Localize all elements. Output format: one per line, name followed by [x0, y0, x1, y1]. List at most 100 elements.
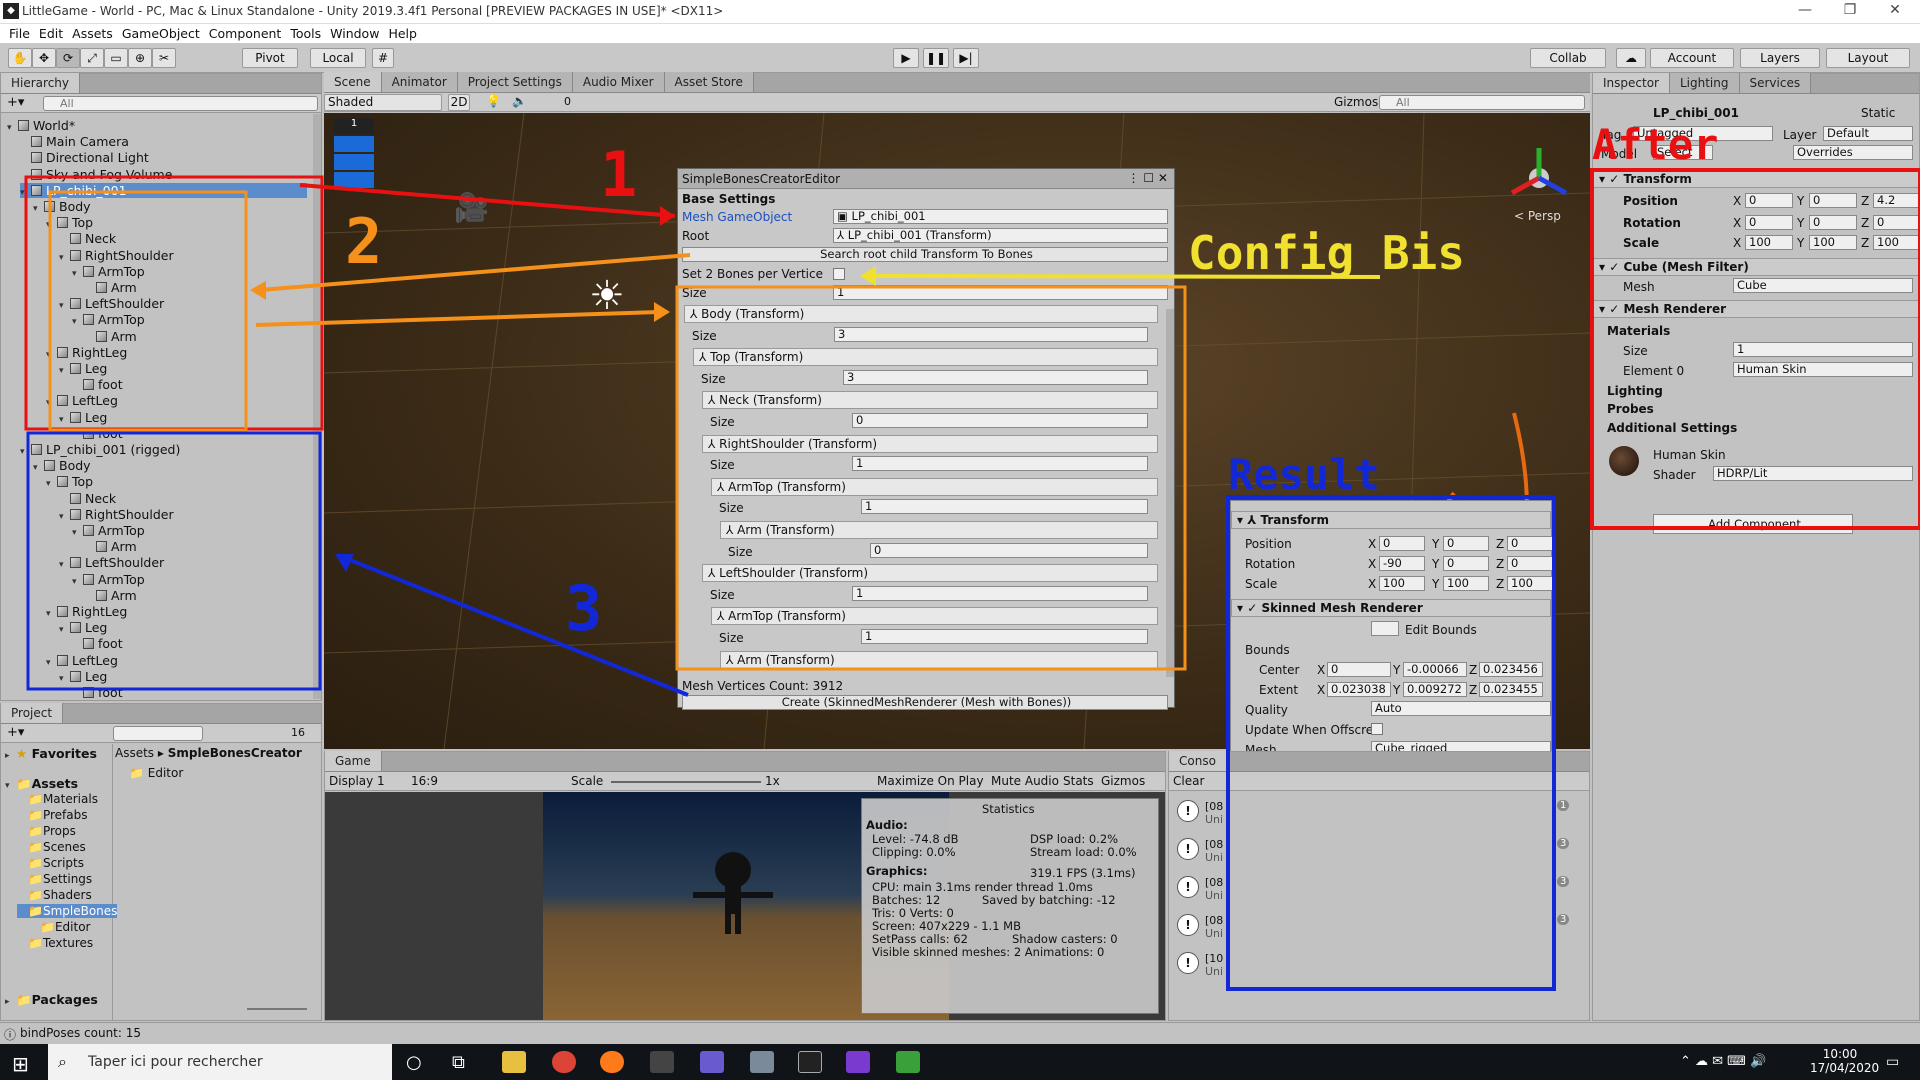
tab-scene[interactable]: Scene: [324, 72, 382, 92]
shading-dropdown[interactable]: Shaded: [324, 94, 442, 111]
tab-animator[interactable]: Animator: [381, 72, 458, 92]
hierarchy-item[interactable]: foot: [72, 685, 307, 700]
rect-tool-icon[interactable]: ▭: [104, 48, 128, 68]
result-center-x-field[interactable]: 0: [1327, 662, 1391, 677]
expand-arrow-icon[interactable]: ▾: [59, 560, 70, 570]
tab-project[interactable]: Project: [1, 703, 64, 723]
scale-z-field[interactable]: 100: [1873, 235, 1920, 250]
result-smr-header[interactable]: ▾ ✓ Skinned Mesh Renderer: [1231, 599, 1551, 617]
paint-icon[interactable]: [750, 1051, 774, 1073]
result-rotation-y-field[interactable]: 0: [1443, 556, 1489, 571]
editor-window-controls-icon[interactable]: ⋮ ☐ ✕: [1128, 171, 1168, 185]
scale-x-field[interactable]: 100: [1745, 235, 1793, 250]
task-view-icon[interactable]: ⧉: [452, 1052, 465, 1073]
breadcrumb-assets[interactable]: Assets: [115, 746, 154, 760]
expand-arrow-icon[interactable]: ▾: [20, 447, 31, 457]
gizmos-dropdown[interactable]: Gizmos: [1334, 95, 1378, 109]
result-rotation-x-field[interactable]: -90: [1379, 556, 1425, 571]
console-clear-button[interactable]: Clear: [1173, 774, 1204, 788]
visual-studio-icon[interactable]: [846, 1051, 870, 1073]
transform-tool-icon[interactable]: ⊕: [128, 48, 152, 68]
cloud-icon[interactable]: ☁: [1616, 48, 1646, 68]
hierarchy-item[interactable]: ▾ LP_chibi_001: [20, 182, 307, 198]
chrome-icon[interactable]: [552, 1051, 576, 1073]
result-extent-y-field[interactable]: 0.009272: [1403, 682, 1467, 697]
mesh-field[interactable]: Cube: [1733, 278, 1913, 293]
tab-console[interactable]: Conso: [1169, 751, 1227, 771]
result-scale-z-field[interactable]: 100: [1507, 576, 1553, 591]
console-entry-text[interactable]: [10: [1205, 952, 1223, 965]
result-position-z-field[interactable]: 0: [1507, 536, 1553, 551]
menu-assets[interactable]: Assets: [72, 26, 113, 41]
custom-tool-icon[interactable]: ✂: [152, 48, 176, 68]
perspective-label[interactable]: < Persp: [1514, 209, 1561, 223]
expand-arrow-icon[interactable]: ▾: [33, 204, 44, 214]
bone-transform-field[interactable]: ⅄ Neck (Transform): [702, 391, 1158, 410]
tab-asset-store[interactable]: Asset Store: [664, 72, 754, 92]
bone-transform-field[interactable]: ⅄ ArmTop (Transform): [711, 477, 1158, 496]
hand-tool-icon[interactable]: ✋: [8, 48, 32, 68]
bone-size-field[interactable]: 1: [861, 629, 1148, 644]
menu-component[interactable]: Component: [209, 26, 282, 41]
local-button[interactable]: Local: [310, 48, 366, 68]
windows-start-icon[interactable]: ⊞: [12, 1052, 29, 1076]
taskbar-search-box[interactable]: ⌕ Taper ici pour rechercher: [48, 1044, 392, 1080]
expand-arrow-icon[interactable]: ▾: [72, 528, 83, 538]
expand-arrow-icon[interactable]: ▾: [59, 674, 70, 684]
add-icon[interactable]: +▾: [7, 95, 24, 110]
hierarchy-item[interactable]: ▾ Leg: [59, 361, 307, 376]
position-y-field[interactable]: 0: [1809, 193, 1857, 208]
menu-tools[interactable]: Tools: [290, 26, 321, 41]
layout-button[interactable]: Layout: [1826, 48, 1910, 68]
bone-transform-field[interactable]: ⅄ RightShoulder (Transform): [702, 434, 1158, 453]
hierarchy-item[interactable]: ▾ World*: [7, 118, 307, 133]
camera-gizmo-icon[interactable]: 🎥: [454, 191, 489, 224]
game-gizmos-toggle[interactable]: Gizmos: [1101, 774, 1145, 788]
collab-button[interactable]: Collab: [1530, 48, 1606, 68]
size-field[interactable]: 1: [833, 285, 1168, 300]
expand-arrow-icon[interactable]: ▾: [72, 317, 83, 327]
hierarchy-item[interactable]: ▾ LP_chibi_001 (rigged): [20, 442, 307, 457]
system-tray-icons[interactable]: ⌃ ☁ ✉ ⌨ 🔊: [1680, 1054, 1766, 1069]
bone-size-field[interactable]: 1: [861, 499, 1148, 515]
result-scale-y-field[interactable]: 100: [1443, 576, 1489, 591]
project-folder-item[interactable]: 📁Settings: [17, 872, 92, 886]
expand-arrow-icon[interactable]: ▾: [46, 398, 57, 408]
tab-inspector[interactable]: Inspector: [1593, 73, 1670, 93]
scale-slider[interactable]: [611, 781, 761, 783]
expand-arrow-icon[interactable]: ▾: [72, 269, 83, 279]
mesh-gameobject-field[interactable]: ▣ LP_chibi_001: [833, 209, 1168, 224]
root-field[interactable]: ⅄ LP_chibi_001 (Transform): [833, 228, 1168, 243]
tab-hierarchy[interactable]: Hierarchy: [1, 73, 81, 93]
result-scale-x-field[interactable]: 100: [1379, 576, 1425, 591]
pivot-button[interactable]: Pivot: [242, 48, 298, 68]
expand-arrow-icon[interactable]: ▾: [46, 220, 57, 230]
icon-size-slider[interactable]: [247, 1008, 307, 1010]
favorites-item[interactable]: ▸ ★ Favorites: [5, 746, 97, 761]
scale-y-field[interactable]: 100: [1809, 235, 1857, 250]
expand-arrow-icon[interactable]: ▾: [46, 658, 57, 668]
project-folder-item[interactable]: 📁Shaders: [17, 888, 92, 902]
result-center-y-field[interactable]: -0.00066: [1403, 662, 1467, 677]
scale-tool-icon[interactable]: ⤢: [80, 48, 104, 68]
layers-button[interactable]: Layers: [1740, 48, 1820, 68]
menu-window[interactable]: Window: [330, 26, 379, 41]
tab-services[interactable]: Services: [1739, 73, 1812, 93]
update-offscreen-checkbox[interactable]: [1371, 723, 1383, 735]
stats-toggle[interactable]: Stats: [1063, 774, 1094, 788]
expand-arrow-icon[interactable]: ▾: [59, 415, 70, 425]
hierarchy-item[interactable]: foot: [72, 377, 307, 392]
create-icon[interactable]: +▾: [7, 725, 24, 740]
result-position-y-field[interactable]: 0: [1443, 536, 1489, 551]
expand-arrow-icon[interactable]: ▾: [59, 301, 70, 311]
bone-size-field[interactable]: 1: [852, 456, 1148, 472]
result-rotation-z-field[interactable]: 0: [1507, 556, 1553, 571]
firefox-icon[interactable]: [600, 1051, 624, 1073]
hierarchy-item[interactable]: foot: [72, 426, 307, 441]
position-z-field[interactable]: 4.2: [1873, 193, 1920, 208]
rotation-x-field[interactable]: 0: [1745, 215, 1793, 230]
hierarchy-item[interactable]: ▾ Top: [46, 474, 307, 489]
unity-hub-icon[interactable]: [896, 1051, 920, 1073]
rotation-z-field[interactable]: 0: [1873, 215, 1920, 230]
tab-lighting[interactable]: Lighting: [1669, 73, 1740, 93]
